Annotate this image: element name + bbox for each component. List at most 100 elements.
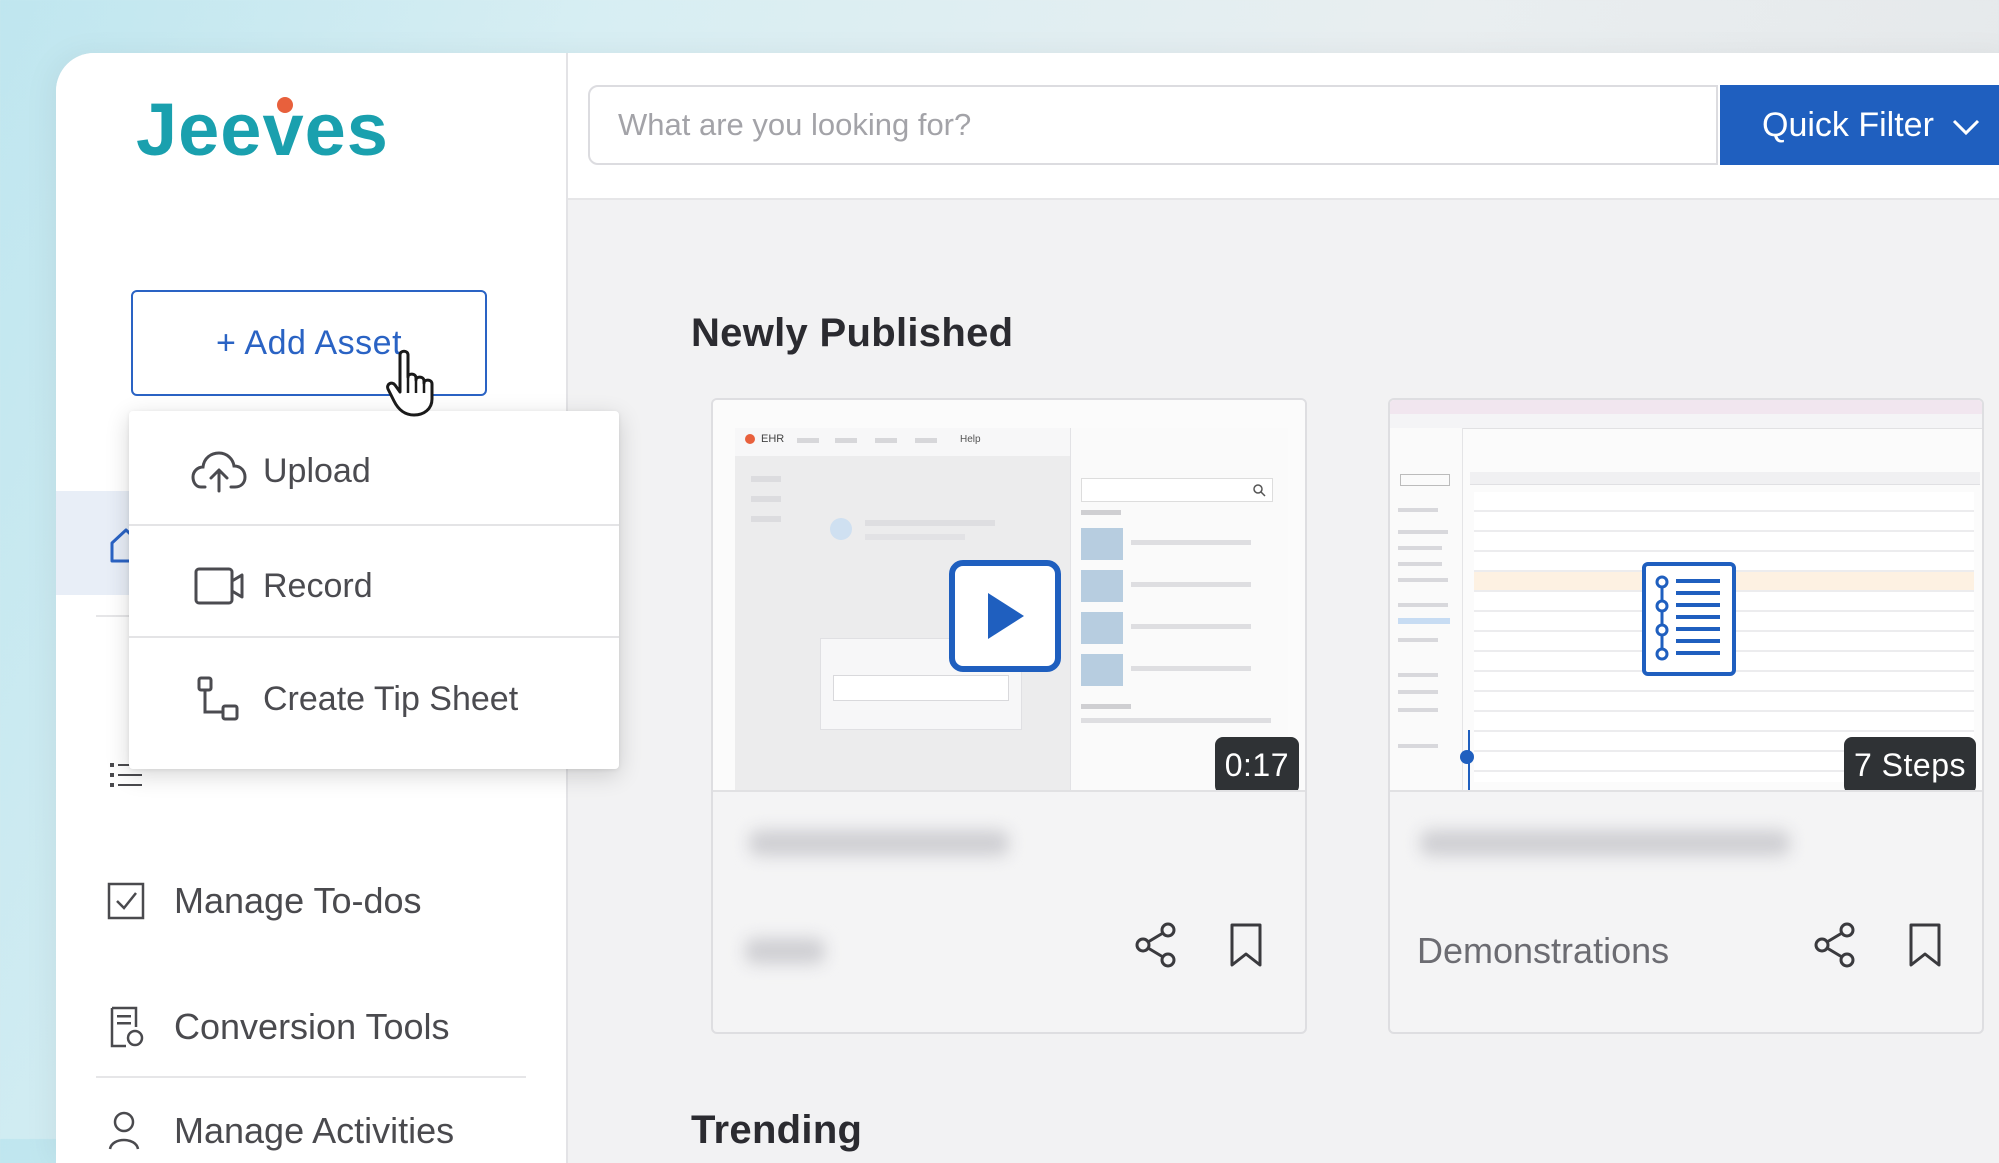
dropdown-item-label: Create Tip Sheet <box>263 679 519 718</box>
card-category: Demonstrations <box>1417 930 1670 971</box>
bookmark-icon <box>1909 923 1941 967</box>
thumbnail-list-thumb <box>1081 654 1123 686</box>
dropdown-separator <box>129 524 619 526</box>
quick-filter-label: Quick Filter <box>1762 105 1934 144</box>
thumbnail-list-thumb <box>1081 528 1123 560</box>
thumbnail-row <box>1398 690 1438 694</box>
thumbnail-row <box>1398 638 1438 642</box>
asset-card-video[interactable]: EHR Help 0:17 <box>711 398 1307 1034</box>
tip-sheet-thumbnail[interactable]: 7 Steps <box>1390 400 1982 792</box>
thumbnail-menu-help: Help <box>960 434 981 445</box>
user-activity-icon <box>104 1109 148 1153</box>
thumbnail-app-name: EHR <box>761 433 785 445</box>
dropdown-item-label: Record <box>263 566 373 605</box>
thumbnail-logo-dot <box>745 434 755 444</box>
sidebar-item-manage-activities[interactable]: Manage Activities <box>104 1109 454 1153</box>
thumbnail-row <box>1398 673 1438 677</box>
thumbnail-table-header <box>1470 472 1980 485</box>
section-title-trending: Trending <box>691 1108 863 1152</box>
flow-steps-icon <box>189 674 249 724</box>
thumbnail-row <box>751 476 781 482</box>
card-category-blurred <box>745 938 825 964</box>
card-title-blurred <box>749 830 1009 856</box>
quick-filter-button[interactable]: Quick Filter <box>1720 85 1999 165</box>
thumbnail-row <box>1398 578 1448 582</box>
play-icon <box>988 593 1024 639</box>
thumbnail-step-marker <box>1460 750 1474 764</box>
sidebar-item-label: Manage Activities <box>174 1110 455 1151</box>
thumbnail-row <box>1398 744 1438 748</box>
thumbnail-panel-search <box>1081 478 1273 502</box>
thumbnail-side-panel <box>1070 428 1288 790</box>
hand-cursor-icon <box>386 347 446 422</box>
thumbnail-row <box>751 496 781 502</box>
chevron-down-icon <box>1952 106 1980 145</box>
jeeves-logo[interactable]: Jeeves <box>136 88 436 176</box>
thumbnail-row <box>751 516 781 522</box>
thumbnail-list-thumb <box>1081 612 1123 644</box>
bookmark-button[interactable] <box>1221 920 1271 970</box>
thumbnail-address-bar <box>1390 414 1982 429</box>
search-icon <box>1253 484 1266 497</box>
cloud-upload-icon <box>189 446 249 496</box>
share-icon <box>1814 922 1855 968</box>
thumbnail-menu-item <box>915 438 937 443</box>
search-input[interactable] <box>588 85 1718 165</box>
bookmark-button[interactable] <box>1900 920 1950 970</box>
thumbnail-row <box>1398 530 1448 534</box>
share-icon <box>1135 922 1176 968</box>
sidebar-item-manage-todos[interactable]: Manage To-dos <box>104 879 422 923</box>
thumbnail-row <box>865 520 995 526</box>
add-asset-dropdown: Upload Record Create Tip Sheet <box>129 411 619 769</box>
bookmark-icon <box>1230 923 1262 967</box>
card-title-blurred <box>1420 830 1790 856</box>
thumbnail-avatar <box>830 518 852 540</box>
thumbnail-add-asset <box>1400 474 1450 486</box>
dropdown-item-create-tip-sheet[interactable]: Create Tip Sheet <box>129 669 619 729</box>
thumbnail-menu-item <box>875 438 897 443</box>
share-button[interactable] <box>1131 920 1181 970</box>
video-camera-icon <box>189 561 249 611</box>
video-thumbnail[interactable]: EHR Help 0:17 <box>713 400 1305 792</box>
document-convert-icon <box>104 1005 148 1049</box>
sidebar-item-label: Manage To-dos <box>174 880 422 921</box>
thumbnail-menu-item <box>797 438 819 443</box>
checkbox-icon <box>104 879 148 923</box>
share-button[interactable] <box>1810 920 1860 970</box>
thumbnail-row <box>1131 666 1251 671</box>
thumbnail-active-row <box>1398 618 1450 624</box>
thumbnail-sidebar <box>1390 428 1463 790</box>
section-title-newly-published: Newly Published <box>691 311 1014 355</box>
app-window: Jeeves + Add Asset Manage To-dos Convers… <box>56 53 1999 1163</box>
thumbnail-row <box>1081 718 1271 723</box>
thumbnail-row <box>1131 624 1251 629</box>
thumbnail-most-searched <box>1081 704 1131 709</box>
thumbnail-list-thumb <box>1081 570 1123 602</box>
dropdown-item-label: Upload <box>263 451 371 490</box>
svg-text:Jeeves: Jeeves <box>136 91 389 171</box>
thumbnail-row <box>1131 582 1251 587</box>
sidebar-item-conversion-tools[interactable]: Conversion Tools <box>104 1005 449 1049</box>
nav-divider <box>96 1076 526 1078</box>
sidebar-item-label: Conversion Tools <box>174 1006 450 1047</box>
thumbnail-row <box>865 534 965 540</box>
dropdown-item-record[interactable]: Record <box>129 556 619 616</box>
thumbnail-step-line <box>1468 730 1470 790</box>
thumbnail-menu-item <box>835 438 857 443</box>
thumbnail-row <box>1398 708 1438 712</box>
asset-card-tip-sheet[interactable]: 7 Steps Demonstrations <box>1388 398 1984 1034</box>
thumbnail-browser-tabs <box>1390 400 1982 414</box>
thumbnail-row <box>1398 562 1442 566</box>
thumbnail-row <box>1131 540 1251 545</box>
thumbnail-row <box>1398 603 1448 607</box>
thumbnail-trending-label <box>1081 510 1121 515</box>
thumbnail-row <box>1398 546 1442 550</box>
tip-sheet-steps-icon <box>1642 562 1736 676</box>
dropdown-item-upload[interactable]: Upload <box>129 441 619 501</box>
thumbnail-search-field <box>833 675 1009 701</box>
steps-badge: 7 Steps <box>1843 737 1976 790</box>
dropdown-separator <box>129 636 619 638</box>
thumbnail-row <box>1398 508 1438 512</box>
play-button[interactable] <box>949 560 1061 672</box>
duration-badge: 0:17 <box>1214 737 1299 790</box>
